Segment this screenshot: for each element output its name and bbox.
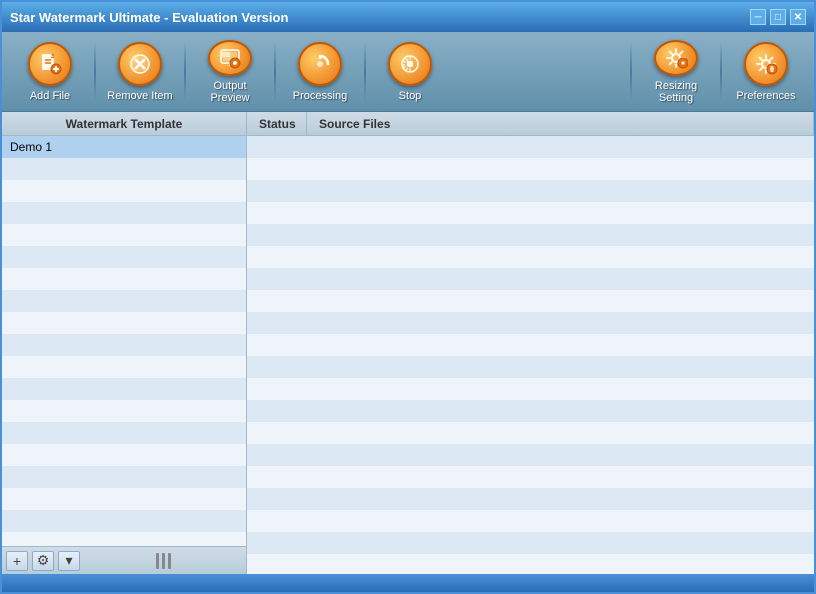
table-row[interactable] [247,356,814,378]
add-template-button[interactable]: + [6,551,28,571]
list-item[interactable] [2,224,246,246]
separator-5 [630,42,632,102]
output-preview-icon [208,40,252,76]
table-row[interactable] [247,466,814,488]
table-row[interactable] [247,202,814,224]
remove-item-button[interactable]: Remove Item [100,36,180,108]
table-row[interactable] [247,444,814,466]
list-item[interactable] [2,290,246,312]
table-row[interactable] [247,488,814,510]
add-file-icon [28,42,72,86]
table-row[interactable] [247,290,814,312]
template-panel-toolbar: + ⚙ ▾ [2,546,246,574]
source-files-header: Status Source Files [247,112,814,136]
separator-2 [184,42,186,102]
minimize-button[interactable]: ─ [750,9,766,25]
list-item[interactable] [2,158,246,180]
source-files-panel: Status Source Files [247,112,814,574]
drag-handle-icon [156,553,171,569]
output-preview-button[interactable]: Output Preview [190,36,270,108]
source-files-column-label: Source Files [319,117,390,131]
list-item[interactable] [2,180,246,202]
table-row[interactable] [247,334,814,356]
table-row[interactable] [247,180,814,202]
stop-icon [388,42,432,86]
list-item[interactable] [2,312,246,334]
preferences-icon [744,42,788,86]
window-title: Star Watermark Ultimate - Evaluation Ver… [10,10,288,25]
table-row[interactable] [247,554,814,574]
table-row[interactable] [247,422,814,444]
processing-button[interactable]: Processing [280,36,360,108]
remove-item-label: Remove Item [107,90,172,102]
list-item[interactable] [2,532,246,546]
close-button[interactable]: ✕ [790,9,806,25]
list-item[interactable] [2,334,246,356]
watermark-template-list[interactable]: Demo 1 [2,136,246,546]
list-item[interactable] [2,422,246,444]
processing-label: Processing [293,90,347,102]
watermark-template-title: Watermark Template [66,117,183,131]
resizing-setting-label: Resizing Setting [640,80,712,104]
status-column-label: Status [259,117,296,131]
list-item[interactable] [2,246,246,268]
table-row[interactable] [247,246,814,268]
table-row[interactable] [247,158,814,180]
list-item-label: Demo 1 [10,140,52,154]
title-bar-controls: ─ □ ✕ [750,9,806,25]
source-files-column-header: Source Files [307,112,814,135]
watermark-template-panel: Watermark Template Demo 1 [2,112,247,574]
list-item[interactable]: Demo 1 [2,136,246,158]
list-item[interactable] [2,356,246,378]
separator-6 [720,42,722,102]
table-row[interactable] [247,312,814,334]
list-item[interactable] [2,202,246,224]
resizing-setting-button[interactable]: Resizing Setting [636,36,716,108]
resizing-setting-icon [654,40,698,76]
list-item[interactable] [2,378,246,400]
table-row[interactable] [247,532,814,554]
settings-template-button[interactable]: ⚙ [32,551,54,571]
restore-button[interactable]: □ [770,9,786,25]
app-window: Star Watermark Ultimate - Evaluation Ver… [0,0,816,594]
list-item[interactable] [2,488,246,510]
stop-button[interactable]: Stop [370,36,450,108]
main-content: Watermark Template Demo 1 [2,112,814,574]
processing-icon [298,42,342,86]
add-file-button[interactable]: Add File [10,36,90,108]
status-column-header: Status [247,112,307,135]
stop-label: Stop [399,90,422,102]
table-row[interactable] [247,268,814,290]
dropdown-template-button[interactable]: ▾ [58,551,80,571]
table-row[interactable] [247,378,814,400]
output-preview-label: Output Preview [194,80,266,104]
table-row[interactable] [247,136,814,158]
status-bar [2,574,814,592]
separator-3 [274,42,276,102]
table-row[interactable] [247,400,814,422]
list-item[interactable] [2,400,246,422]
table-row[interactable] [247,510,814,532]
list-item[interactable] [2,268,246,290]
source-files-list[interactable] [247,136,814,574]
separator-4 [364,42,366,102]
separator-1 [94,42,96,102]
list-item[interactable] [2,444,246,466]
title-bar: Star Watermark Ultimate - Evaluation Ver… [2,2,814,32]
preferences-button[interactable]: Preferences [726,36,806,108]
list-item[interactable] [2,466,246,488]
add-file-label: Add File [30,90,70,102]
list-item[interactable] [2,510,246,532]
preferences-label: Preferences [736,90,795,102]
resize-handle[interactable] [84,553,242,569]
toolbar: Add File Remove Item [2,32,814,112]
table-row[interactable] [247,224,814,246]
remove-item-icon [118,42,162,86]
watermark-template-header: Watermark Template [2,112,246,136]
